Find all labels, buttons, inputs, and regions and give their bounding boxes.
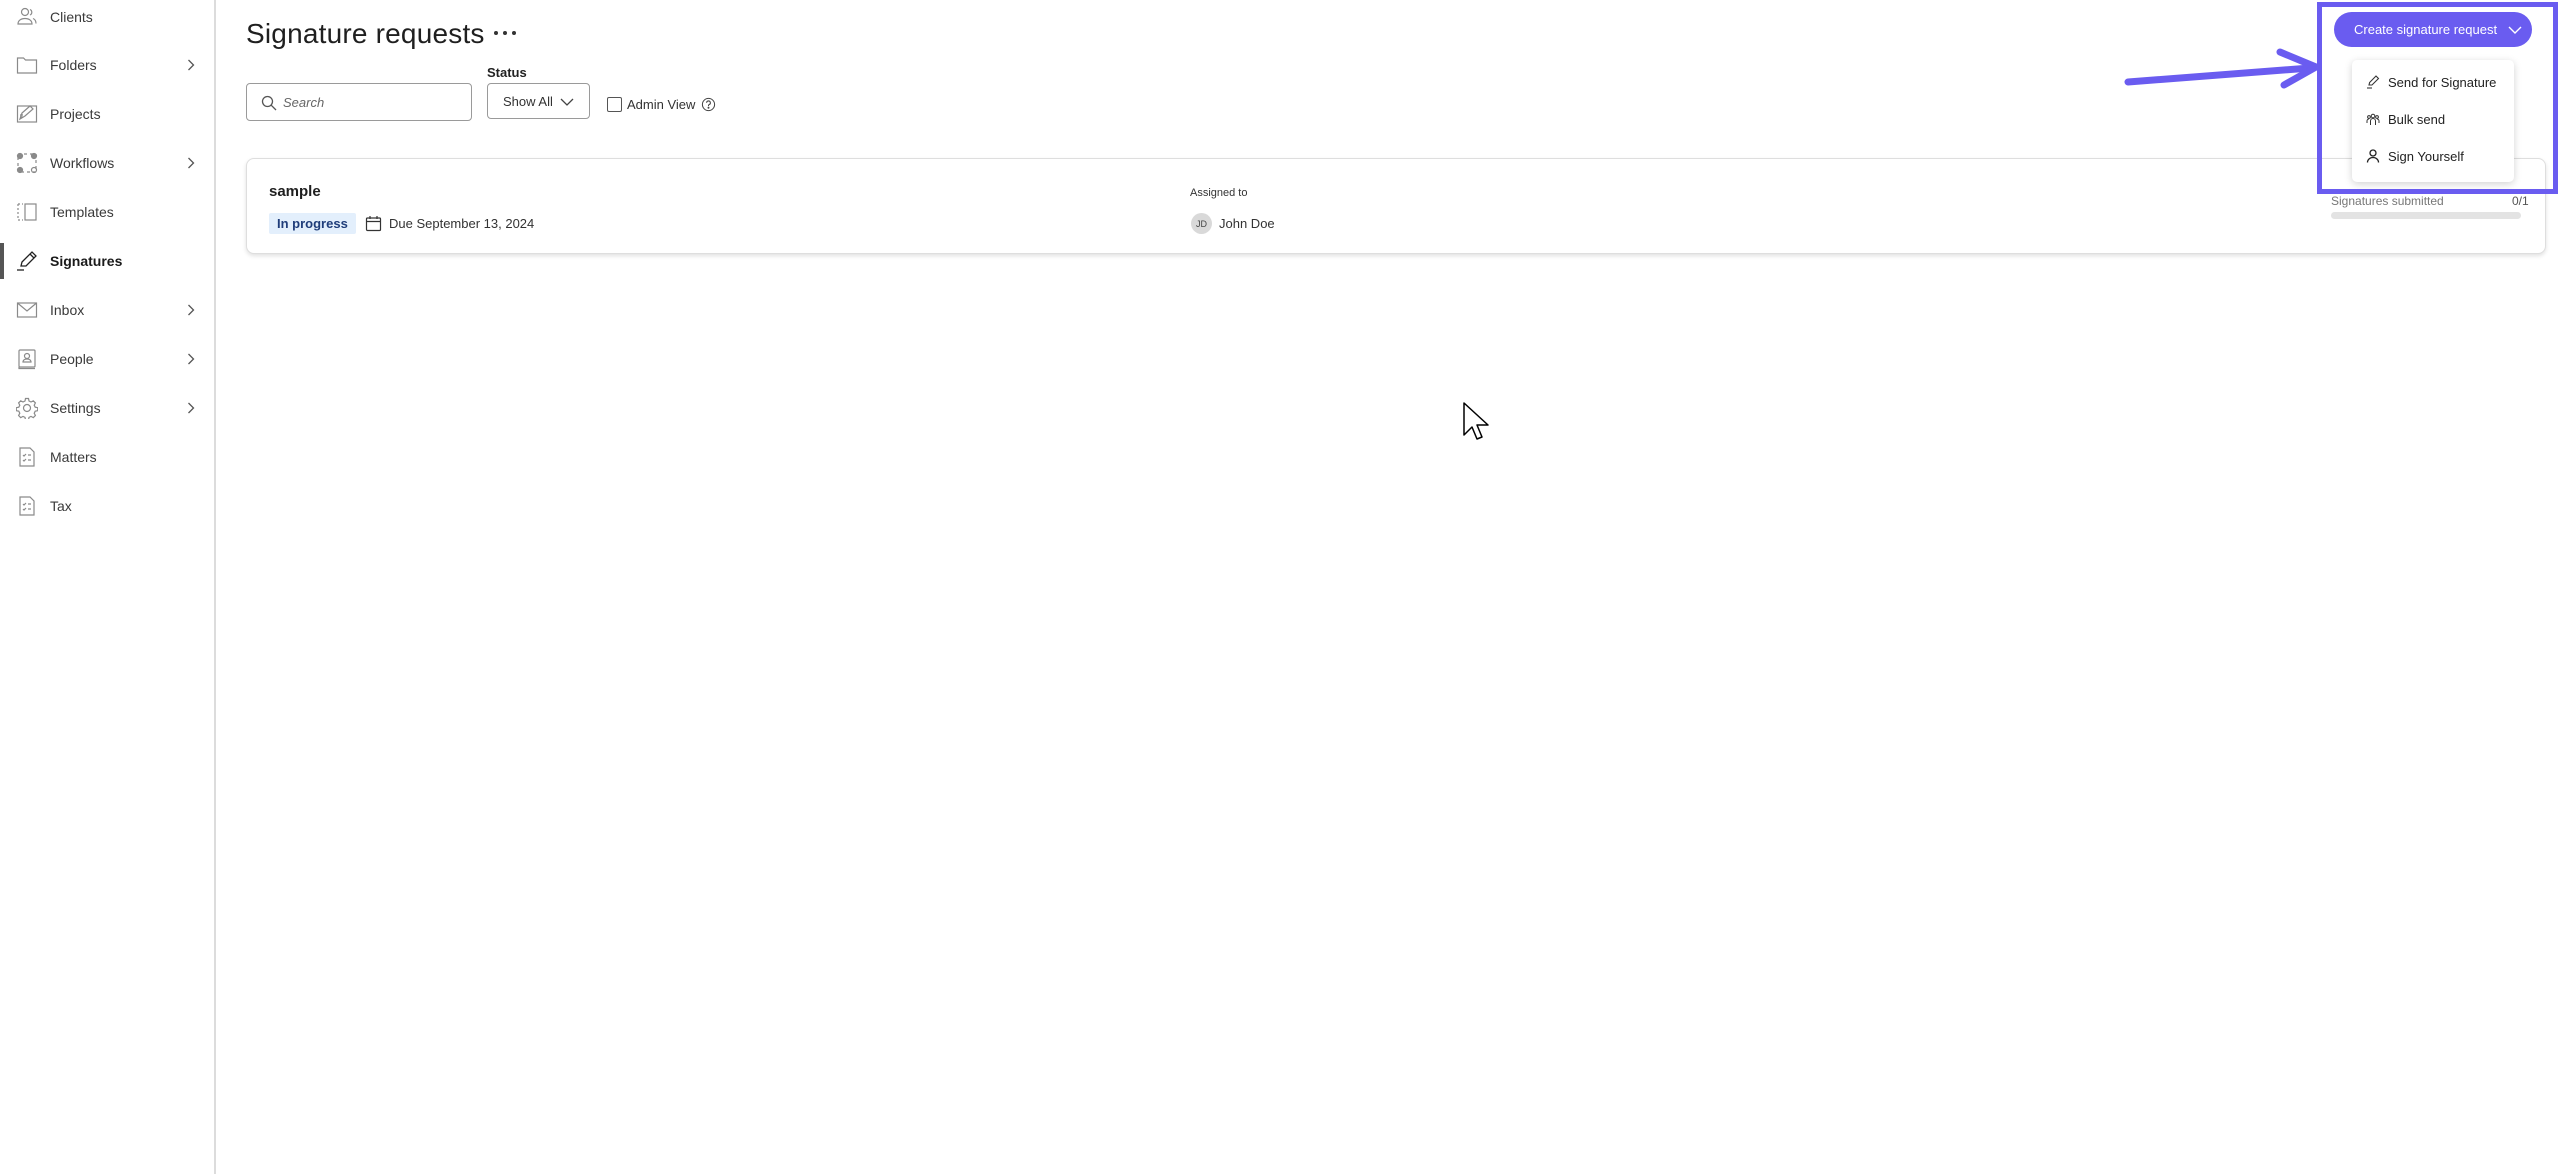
menu-item-bulk-send[interactable]: Bulk send [2352,102,2514,136]
sidebar-item-projects[interactable]: Projects [0,94,214,134]
chevron-right-icon [184,303,198,317]
status-badge: In progress [269,213,356,234]
sidebar-item-label: Settings [50,400,101,416]
sidebar: Clients Folders Projects Workflows Templ… [0,0,216,1174]
workflows-icon [16,152,38,174]
sidebar-item-label: Inbox [50,302,85,318]
menu-item-label: Sign Yourself [2388,148,2464,164]
folder-icon [16,54,38,76]
person-icon [2366,149,2380,163]
avatar: JD [1191,213,1212,234]
group-icon [2366,113,2380,125]
sidebar-item-label: Templates [50,204,114,220]
sidebar-item-label: Folders [50,57,97,73]
signatures-submitted-label: Signatures submitted [2331,194,2444,208]
sidebar-item-people[interactable]: People [0,339,214,379]
sidebar-item-folders[interactable]: Folders [0,45,214,85]
chevron-right-icon [184,156,198,170]
due-date: Due September 13, 2024 [389,216,535,231]
admin-view-checkbox[interactable] [607,97,622,112]
menu-item-label: Bulk send [2388,111,2446,127]
sidebar-item-label: Workflows [50,155,115,171]
pen-icon [16,250,38,272]
annotation-arrow-icon [2124,48,2320,89]
sidebar-item-signatures[interactable]: Signatures [0,241,214,281]
status-filter-label: Status [487,65,527,80]
create-button-label: Create signature request [2354,22,2498,37]
clients-icon [16,6,38,28]
request-title: sample [269,183,321,200]
checklist-icon [16,495,38,517]
sidebar-item-inbox[interactable]: Inbox [0,290,214,330]
chevron-down-icon [2508,26,2522,34]
menu-item-label: Send for Signature [2388,74,2497,90]
sidebar-item-templates[interactable]: Templates [0,192,214,232]
signatures-progress-bar [2331,212,2521,219]
create-signature-request-button[interactable]: Create signature request [2334,12,2532,47]
mail-icon [16,299,38,321]
sidebar-item-label: Clients [50,9,93,25]
menu-item-sign-yourself[interactable]: Sign Yourself [2352,139,2514,173]
menu-item-send-for-signature[interactable]: Send for Signature [2352,65,2514,99]
chevron-right-icon [184,401,198,415]
sidebar-item-clients[interactable]: Clients [0,0,214,37]
checklist-icon [16,446,38,468]
admin-view-label: Admin View [627,97,696,112]
ellipsis-icon [494,31,498,35]
sidebar-item-label: People [50,351,94,367]
pen-icon [2367,75,2380,89]
templates-icon [16,201,38,223]
page-title: Signature requests [246,18,485,49]
contact-book-icon [16,348,38,370]
create-request-menu: Send for Signature Bulk send Sign Yourse… [2352,60,2514,182]
sidebar-item-label: Signatures [50,253,123,269]
sidebar-item-label: Tax [50,498,72,514]
sidebar-item-matters[interactable]: Matters [0,437,214,477]
gear-icon [16,397,38,419]
search-icon [261,95,277,111]
sidebar-item-settings[interactable]: Settings [0,388,214,428]
sidebar-item-label: Projects [50,106,101,122]
projects-icon [16,103,38,125]
mouse-cursor-icon [1463,402,1489,440]
more-options-button[interactable] [490,20,520,46]
help-icon[interactable] [701,97,716,112]
ellipsis-icon [512,31,516,35]
signature-request-card[interactable]: sample In progress Due September 13, 202… [246,158,2546,254]
sidebar-item-workflows[interactable]: Workflows [0,143,214,183]
search-input[interactable] [283,92,463,112]
signatures-count: 0/1 [2512,194,2529,208]
status-dropdown-value: Show All [503,93,553,109]
chevron-down-icon [560,98,574,106]
assignee-name: John Doe [1219,216,1275,231]
status-dropdown[interactable]: Show All [487,83,590,119]
chevron-right-icon [184,58,198,72]
search-box[interactable] [246,83,472,121]
sidebar-item-label: Matters [50,449,97,465]
sidebar-item-tax[interactable]: Tax [0,486,214,526]
assigned-to-label: Assigned to [1190,187,1248,199]
chevron-right-icon [184,352,198,366]
ellipsis-icon [503,31,507,35]
calendar-icon [365,216,382,232]
